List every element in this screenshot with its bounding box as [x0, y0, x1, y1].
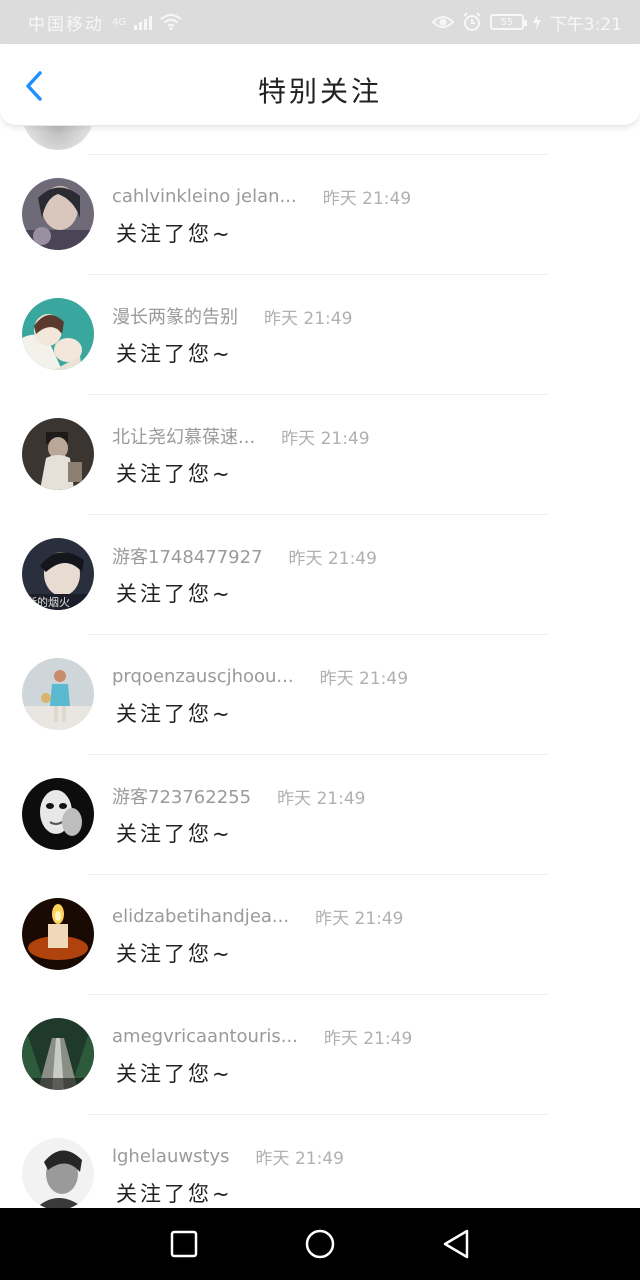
name-line: 北让尧幻慕葆速... 昨天 21:49 [112, 423, 532, 449]
divider [88, 514, 548, 515]
carrier-label: 中国移动 [28, 14, 104, 35]
name-line: amegvricaantouris... 昨天 21:49 [112, 1024, 532, 1049]
list-item[interactable]: lghelauwstys 昨天 21:49 关注了您~ [0, 1114, 640, 1208]
timestamp: 昨天 21:49 [288, 548, 377, 569]
charging-icon [532, 14, 541, 30]
avatar[interactable] [22, 178, 94, 250]
notification-message: 关注了您~ [116, 222, 233, 246]
user-name[interactable]: cahlvinkleino jelan... [112, 186, 297, 207]
notification-message: 关注了您~ [116, 942, 233, 966]
list-item[interactable]: 北让尧幻慕葆速... 昨天 21:49 关注了您~ [0, 394, 640, 514]
header: 特别关注 [0, 44, 640, 126]
avatar[interactable]: 逝的烟火 [22, 538, 94, 610]
name-line: 游客723762255 昨天 21:49 [112, 783, 532, 809]
status-left: 中国移动 4G [28, 10, 182, 35]
notification-message: 关注了您~ [116, 1182, 233, 1206]
divider [88, 394, 548, 395]
signal-icon [134, 14, 153, 30]
status-right: 55 下午3:21 [431, 10, 622, 35]
eye-icon [431, 16, 454, 28]
name-line: lghelauwstys 昨天 21:49 [112, 1144, 532, 1169]
divider [88, 274, 548, 275]
timestamp: 昨天 21:49 [255, 1148, 344, 1169]
timestamp: 昨天 21:49 [277, 788, 366, 809]
battery-level: 55 [500, 16, 514, 28]
notification-message: 关注了您~ [116, 342, 233, 366]
recent-apps-button[interactable] [116, 1208, 252, 1280]
name-line: 游客1748477927 昨天 21:49 [112, 543, 532, 569]
divider [88, 754, 548, 755]
notification-message: 关注了您~ [116, 1062, 233, 1086]
user-name[interactable]: 游客723762255 [112, 783, 251, 809]
divider [88, 1114, 548, 1115]
list-item[interactable]: 逝的烟火 游客1748477927 昨天 21:49 关注了您~ [0, 514, 640, 634]
list-item[interactable]: prqoenzauscjhoou... 昨天 21:49 关注了您~ [0, 634, 640, 754]
list-item[interactable]: 漫长两篆的告别 昨天 21:49 关注了您~ [0, 274, 640, 394]
timestamp: 昨天 21:49 [281, 428, 370, 449]
timestamp: 昨天 21:49 [322, 188, 412, 209]
list-item[interactable]: cahlvinkleino jelan... 昨天 21:49 关注了您~ [0, 154, 640, 274]
avatar [22, 126, 94, 150]
divider [88, 154, 548, 155]
avatar[interactable] [22, 898, 94, 970]
name-line: cahlvinkleino jelan... 昨天 21:49 [112, 184, 532, 209]
timestamp: 昨天 21:49 [323, 1028, 413, 1049]
notification-message: 关注了您~ [116, 582, 233, 606]
list-item-partial [0, 126, 640, 154]
status-bar: 中国移动 4G 55 下午3:21 [0, 0, 640, 44]
wifi-icon [160, 14, 182, 30]
home-button[interactable] [252, 1208, 388, 1280]
back-nav-button[interactable] [388, 1208, 524, 1280]
battery-icon: 55 [489, 14, 527, 30]
divider [88, 874, 548, 875]
avatar[interactable] [22, 1018, 94, 1090]
notification-message: 关注了您~ [116, 702, 233, 726]
list-item[interactable]: elidzabetihandjea... 昨天 21:49 关注了您~ [0, 874, 640, 994]
page-title: 特别关注 [257, 75, 382, 108]
user-name[interactable]: lghelauwstys [112, 1146, 230, 1167]
avatar[interactable] [22, 778, 94, 850]
name-line: elidzabetihandjea... 昨天 21:49 [112, 904, 532, 929]
clock: 下午3:21 [549, 14, 622, 35]
list-item[interactable]: 游客723762255 昨天 21:49 关注了您~ [0, 754, 640, 874]
user-name[interactable]: 漫长两篆的告别 [112, 303, 238, 329]
list-item[interactable]: amegvricaantouris... 昨天 21:49 关注了您~ [0, 994, 640, 1114]
timestamp: 昨天 21:49 [315, 908, 404, 929]
avatar[interactable] [22, 1138, 94, 1208]
user-name[interactable]: amegvricaantouris... [112, 1026, 298, 1047]
navigation-bar [0, 1208, 640, 1280]
recent-apps-icon [170, 1230, 198, 1258]
timestamp: 昨天 21:49 [319, 668, 409, 689]
avatar[interactable] [22, 298, 94, 370]
avatar[interactable] [22, 418, 94, 490]
user-name[interactable]: elidzabetihandjea... [112, 906, 289, 927]
follow-list[interactable]: cahlvinkleino jelan... 昨天 21:49 关注了您~ 漫长… [0, 126, 640, 1208]
network-type: 4G [112, 16, 127, 28]
avatar-caption: 逝的烟火 [26, 595, 70, 609]
timestamp: 昨天 21:49 [264, 308, 353, 329]
notification-message: 关注了您~ [116, 462, 233, 486]
name-line: prqoenzauscjhoou... 昨天 21:49 [112, 664, 532, 689]
alarm-icon [463, 12, 481, 31]
notification-message: 关注了您~ [116, 822, 233, 846]
name-line: 漫长两篆的告别 昨天 21:49 [112, 303, 532, 329]
divider [88, 994, 548, 995]
divider [88, 634, 548, 635]
user-name[interactable]: prqoenzauscjhoou... [112, 666, 294, 687]
avatar[interactable] [22, 658, 94, 730]
home-icon [305, 1229, 335, 1259]
user-name[interactable]: 游客1748477927 [112, 543, 263, 569]
user-name[interactable]: 北让尧幻慕葆速... [112, 423, 255, 449]
back-triangle-icon [443, 1229, 469, 1259]
